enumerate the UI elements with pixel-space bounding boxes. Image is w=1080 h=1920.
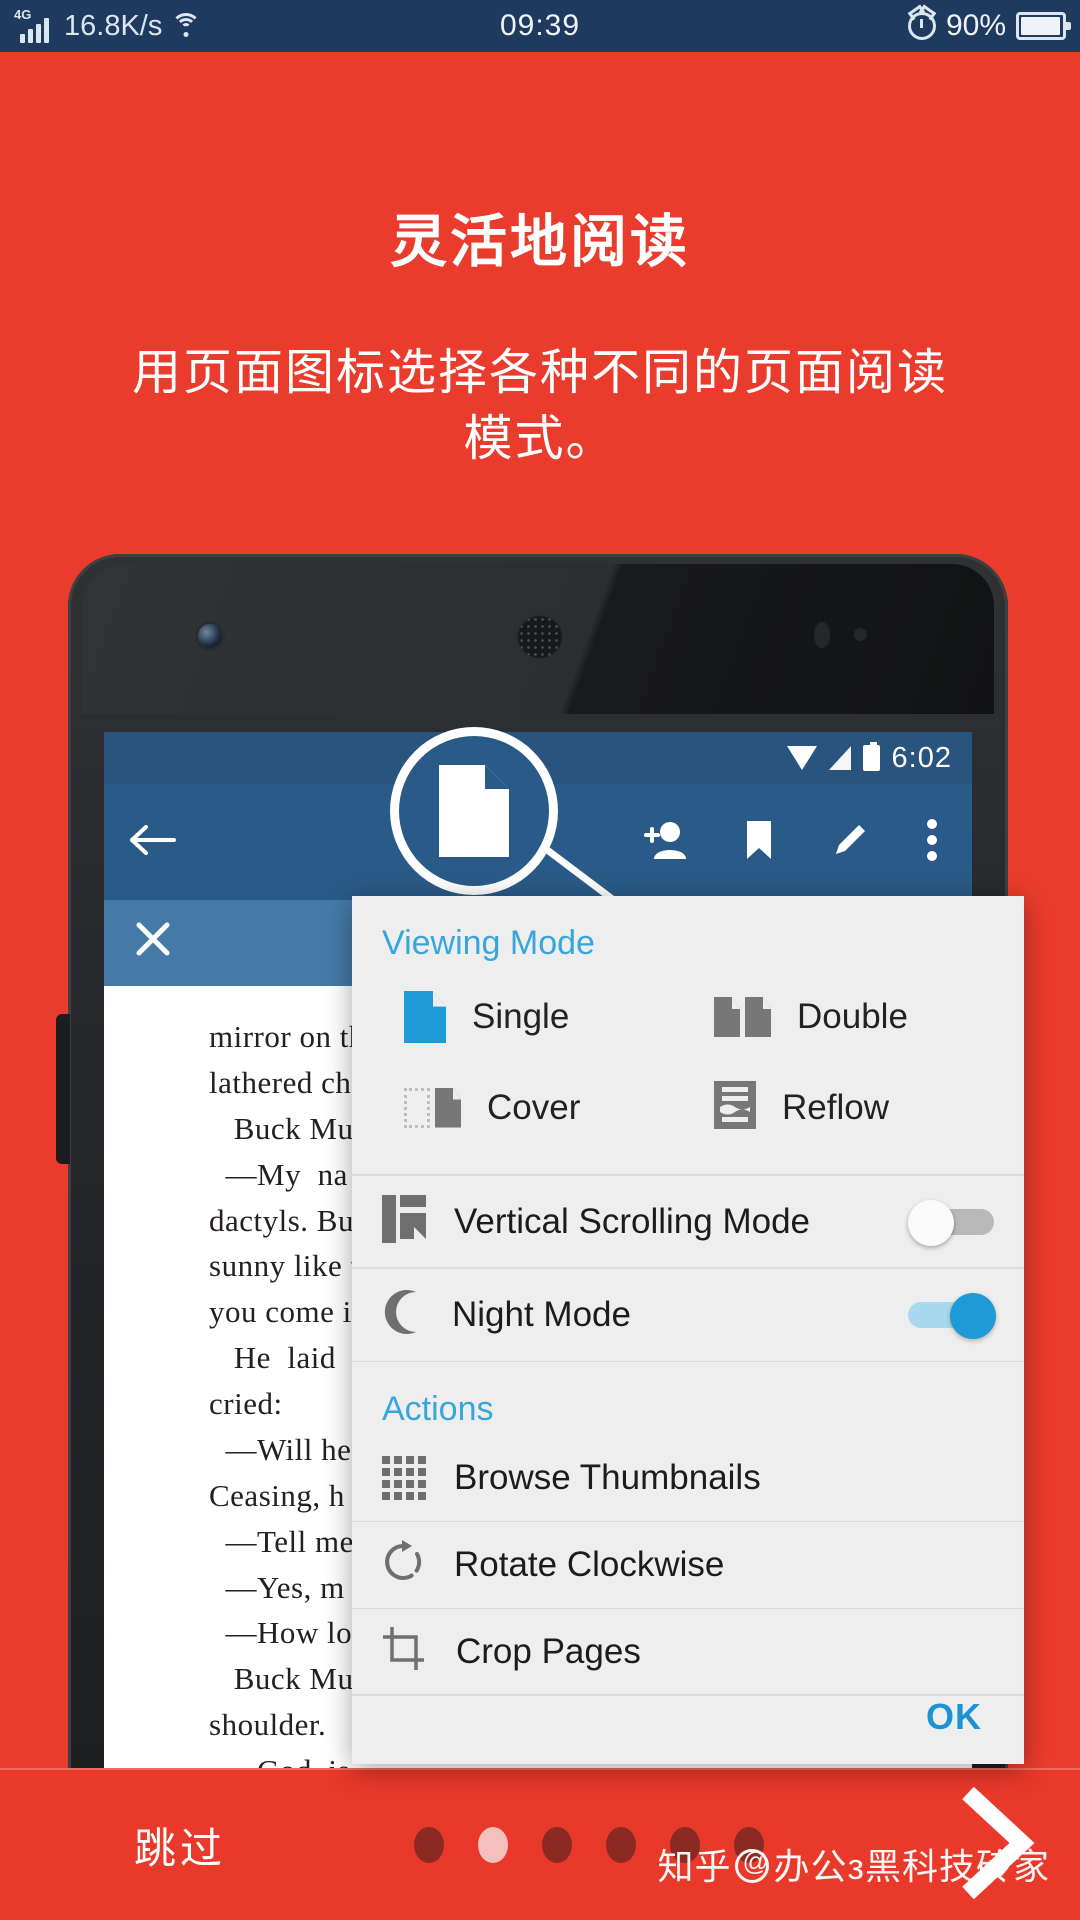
wifi-icon — [786, 746, 817, 770]
row-night-mode[interactable]: Night Mode — [352, 1269, 1024, 1361]
page-subtitle: 用页面图标选择各种不同的页面阅读模式。 — [131, 346, 948, 467]
action-crop-pages[interactable]: Crop Pages — [352, 1609, 1024, 1694]
actions-heading: Actions — [382, 1390, 494, 1429]
row-vertical-scrolling-mode[interactable]: Vertical Scrolling Mode — [352, 1176, 1024, 1268]
proximity-sensor-icon — [814, 622, 830, 648]
reflow-icon — [714, 1081, 756, 1134]
action-label: Rotate Clockwise — [454, 1544, 725, 1584]
watermark-site: 知乎 — [657, 1846, 732, 1887]
mode-option-single[interactable]: Single — [378, 977, 688, 1057]
viewing-mode-grid: Single Double Cover Reflow — [352, 969, 1024, 1174]
page-mode-icon — [439, 765, 509, 857]
light-sensor-icon — [854, 628, 867, 641]
phone-side-button — [56, 1014, 70, 1164]
arrow-back-icon[interactable] — [130, 823, 176, 862]
app-clock: 6:02 — [891, 741, 952, 774]
viewing-mode-heading: Viewing Mode — [382, 924, 595, 962]
double-page-icon — [714, 997, 771, 1037]
page-dot[interactable] — [606, 1827, 637, 1863]
page-title: 灵活地阅读 — [390, 210, 690, 274]
action-rotate-clockwise[interactable]: Rotate Clockwise — [352, 1522, 1024, 1607]
crop-icon — [382, 1626, 428, 1677]
onboarding-screen: 4G 16.8K/s 09:39 90% 灵活地阅读 用页面图标选择各种不同的页… — [0, 0, 1080, 1920]
mode-option-cover[interactable]: Cover — [378, 1067, 688, 1148]
signal-icon — [828, 746, 851, 770]
earpiece-speaker-icon — [516, 614, 564, 660]
bookmark-icon[interactable] — [744, 819, 774, 866]
mode-label: Reflow — [782, 1087, 889, 1127]
cover-page-icon — [404, 1087, 461, 1128]
action-label: Crop Pages — [456, 1631, 641, 1671]
at-icon — [735, 1846, 770, 1883]
row-label: Night Mode — [452, 1294, 631, 1334]
action-label: Browse Thumbnails — [454, 1458, 761, 1498]
mode-label: Single — [472, 997, 570, 1036]
page-dot[interactable] — [414, 1827, 445, 1863]
row-label: Vertical Scrolling Mode — [454, 1201, 810, 1241]
page-dot-active[interactable] — [478, 1827, 509, 1863]
battery-charging-icon — [862, 742, 880, 771]
add-person-icon[interactable] — [642, 819, 688, 866]
skip-button[interactable]: 跳过 — [134, 1815, 226, 1876]
viewing-mode-dialog: Viewing Mode Single Double Cover Reflow … — [352, 896, 1024, 1764]
single-page-icon — [404, 991, 446, 1043]
magnifier-highlight — [390, 727, 558, 895]
grid-thumbnails-icon — [382, 1456, 426, 1501]
page-dot[interactable] — [542, 1827, 573, 1863]
alarm-icon — [907, 12, 936, 40]
system-status-bar: 4G 16.8K/s 09:39 90% — [0, 0, 1080, 52]
rotate-cw-icon — [382, 1539, 426, 1590]
dialog-footer: OK — [352, 1696, 1024, 1764]
overflow-menu-icon[interactable] — [926, 818, 938, 867]
mode-option-double[interactable]: Double — [688, 977, 998, 1057]
front-camera-icon — [198, 624, 222, 648]
action-browse-thumbnails[interactable]: Browse Thumbnails — [352, 1435, 1024, 1520]
night-mode-toggle[interactable] — [908, 1292, 996, 1339]
moon-icon — [382, 1288, 424, 1341]
watermark-handle: 办公з黑科技砖家 — [773, 1846, 1050, 1887]
mode-label: Cover — [487, 1087, 581, 1127]
battery-icon — [1016, 12, 1071, 40]
mode-label: Double — [797, 997, 908, 1036]
mode-option-reflow[interactable]: Reflow — [688, 1067, 998, 1148]
edit-pencil-icon[interactable] — [830, 820, 870, 865]
vertical-scroll-icon — [382, 1195, 426, 1248]
ok-button[interactable]: OK — [926, 1696, 982, 1737]
vertical-scrolling-toggle[interactable] — [908, 1199, 994, 1246]
watermark: 知乎办公з黑科技砖家 — [657, 1838, 1050, 1890]
